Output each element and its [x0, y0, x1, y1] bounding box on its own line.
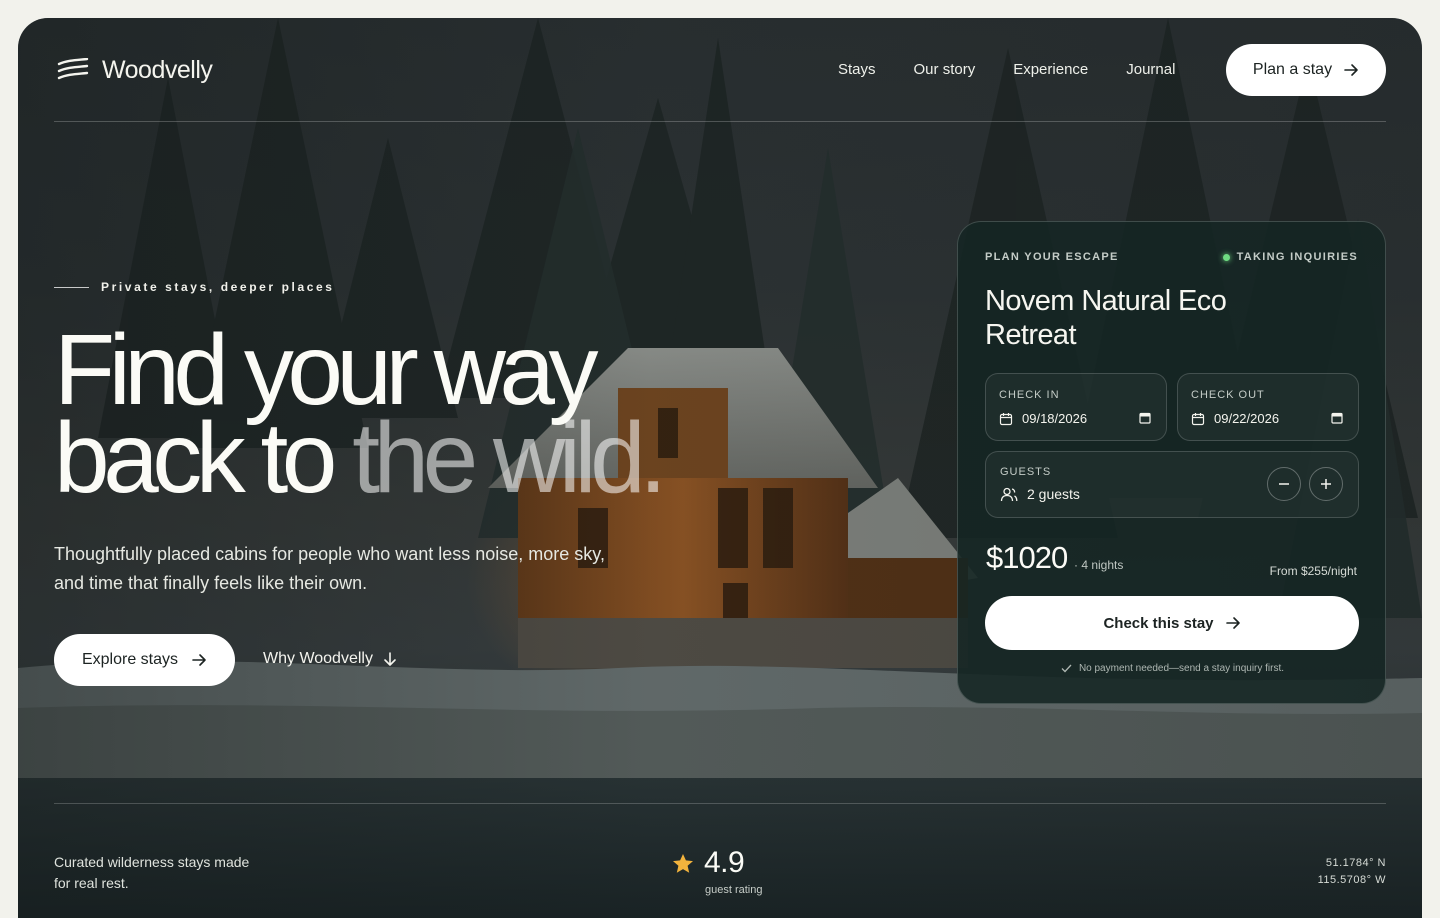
check-in-value-wrap: 09/18/2026 — [999, 411, 1087, 426]
nights-count: · 4 nights — [1074, 558, 1124, 572]
status-text: TAKING INQUIRIES — [1236, 251, 1358, 263]
hero-frame: Woodvelly Stays Our story Experience Jou… — [18, 18, 1422, 918]
explore-stays-label: Explore stays — [81, 651, 179, 668]
star-icon — [673, 853, 693, 873]
total-price: $1020 — [986, 540, 1068, 575]
status-badge: TAKING INQUIRIES — [1222, 251, 1358, 263]
property-title: Novem Natural Eco Retreat — [985, 285, 1227, 351]
check-in-value: 09/18/2026 — [1022, 411, 1088, 426]
check-out-field[interactable]: CHECK OUT 09/22/2026 — [1177, 373, 1359, 441]
calendar-icon — [999, 412, 1013, 425]
rating-value: 4.9 — [704, 846, 745, 879]
booking-card: PLAN YOUR ESCAPE TAKING INQUIRIES Novem … — [957, 221, 1386, 704]
rating-label: guest rating — [705, 884, 763, 896]
users-icon — [1000, 487, 1018, 501]
footer-tagline: Curated wilderness stays made for real r… — [54, 854, 250, 891]
date-picker-icon[interactable] — [1331, 412, 1343, 424]
guests-field: GUESTS 2 guests — [985, 451, 1359, 518]
why-woodvelly-link[interactable]: Why Woodvelly — [263, 650, 397, 668]
check-in-label: CHECK IN — [999, 389, 1060, 401]
check-out-label: CHECK OUT — [1191, 389, 1265, 401]
nav-link-experience[interactable]: Experience — [1013, 60, 1088, 80]
payment-note-text: No payment needed—send a stay inquiry fi… — [1078, 663, 1285, 674]
nightly-rate: From $255/night — [1269, 564, 1357, 578]
explore-stays-button[interactable]: Explore stays — [54, 634, 235, 686]
minus-icon — [1279, 483, 1289, 485]
status-dot-icon — [1222, 253, 1230, 261]
arrow-down-icon — [384, 651, 396, 666]
headline-line-2-dim: the wild. — [352, 402, 667, 514]
latitude: 51.1784° N — [1325, 857, 1386, 869]
header-divider — [54, 121, 1386, 122]
nav-link-stays[interactable]: Stays — [838, 60, 876, 80]
eyebrow-text: Private stays, deeper places — [101, 280, 335, 294]
longitude: 115.5708° W — [1317, 874, 1386, 886]
payment-note: No payment needed—send a stay inquiry fi… — [958, 663, 1387, 674]
arrow-right-icon — [192, 654, 206, 666]
increase-guests-button[interactable] — [1309, 467, 1343, 501]
hero-headline: Find your way back to the wild. — [54, 320, 667, 508]
check-this-stay-label: Check this stay — [1103, 614, 1214, 632]
eyebrow-rule — [54, 286, 89, 288]
card-kicker: PLAN YOUR ESCAPE — [985, 251, 1119, 263]
check-this-stay-button[interactable]: Check this stay — [985, 596, 1359, 650]
check-out-value: 09/22/2026 — [1214, 411, 1280, 426]
check-icon — [1061, 664, 1072, 673]
plan-a-stay-label: Plan a stay — [1252, 61, 1333, 78]
headline-line-2-bright: back to — [54, 402, 353, 514]
main-nav: Stays Our story Experience Journal — [838, 60, 1175, 80]
footer-divider — [54, 803, 1386, 804]
hero-eyebrow: Private stays, deeper places — [54, 280, 335, 294]
arrow-right-icon — [1225, 617, 1240, 629]
date-picker-icon[interactable] — [1139, 412, 1151, 424]
why-woodvelly-label: Why Woodvelly — [263, 650, 373, 667]
layered-lines-logo-icon — [57, 57, 89, 79]
guests-value: 2 guests — [1027, 486, 1080, 502]
brand-name: Woodvelly — [102, 56, 213, 84]
check-in-field[interactable]: CHECK IN 09/18/2026 — [985, 373, 1167, 441]
guests-value-wrap: 2 guests — [1000, 486, 1080, 502]
hero-lede: Thoughtfully placed cabins for people wh… — [54, 544, 605, 593]
calendar-icon — [1191, 412, 1205, 425]
plus-icon — [1321, 479, 1331, 489]
arrow-right-icon — [1344, 64, 1358, 76]
plan-a-stay-button[interactable]: Plan a stay — [1226, 44, 1386, 96]
guest-rating: 4.9 — [672, 846, 745, 880]
guests-label: GUESTS — [1000, 466, 1052, 478]
brand-logo[interactable]: Woodvelly — [56, 56, 213, 85]
decrease-guests-button[interactable] — [1267, 467, 1301, 501]
nav-link-journal[interactable]: Journal — [1126, 60, 1175, 80]
check-out-value-wrap: 09/22/2026 — [1191, 411, 1279, 426]
coordinates: 51.1784° N 115.5708° W — [1318, 855, 1386, 889]
nav-link-our-story[interactable]: Our story — [914, 60, 976, 80]
